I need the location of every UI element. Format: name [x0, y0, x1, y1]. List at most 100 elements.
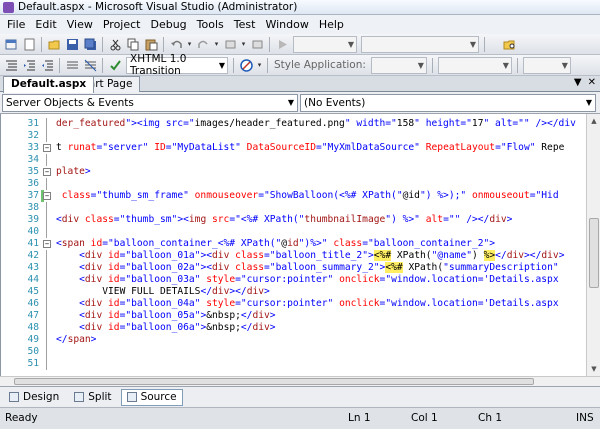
code-line[interactable]: 44 <div id="balloon_03a" style="cursor:p…: [1, 274, 587, 286]
code-text: VIEW FULL DETAILS</div></div>: [102, 286, 270, 297]
events-combo[interactable]: (No Events) ▼: [300, 93, 596, 112]
menu-project[interactable]: Project: [98, 15, 146, 34]
tab-split[interactable]: Split: [68, 389, 117, 406]
code-line[interactable]: 32: [1, 130, 587, 142]
menu-test[interactable]: Test: [229, 15, 261, 34]
save-all-icon[interactable]: [82, 36, 98, 52]
comment-lines-icon[interactable]: [64, 57, 80, 73]
code-line[interactable]: 41− <span id="balloon_container_<%# XPath…: [1, 238, 587, 250]
scroll-up-arrow-icon[interactable]: ▲: [587, 114, 600, 128]
code-line[interactable]: 39 <div class="thumb_sm"><img src="<%# XP…: [1, 214, 587, 226]
style-application-combo[interactable]: ▼: [370, 56, 427, 74]
code-editor[interactable]: 31 der_featured"><img src="images/header_…: [0, 114, 600, 376]
collapse-region-icon[interactable]: −: [43, 144, 51, 152]
start-debugging-icon[interactable]: [274, 36, 290, 52]
menu-file[interactable]: File: [2, 15, 30, 34]
navigate-dropdown-icon[interactable]: ▾: [240, 36, 247, 52]
tab-design[interactable]: Design: [3, 389, 65, 406]
add-item-icon[interactable]: [21, 36, 37, 52]
collapse-region-icon[interactable]: −: [43, 168, 51, 176]
undo-icon[interactable]: [168, 36, 184, 52]
toolbar-separator: [163, 36, 164, 52]
line-number: 40: [27, 226, 39, 237]
style-application-label: Style Application:: [274, 59, 366, 71]
line-number: 51: [27, 358, 39, 369]
menu-window[interactable]: Window: [260, 15, 313, 34]
menu-view[interactable]: View: [62, 15, 98, 34]
code-line[interactable]: 40: [1, 226, 587, 238]
code-line[interactable]: 46 <div id="balloon_04a" style="cursor:p…: [1, 298, 587, 310]
code-line[interactable]: 35− plate>: [1, 166, 587, 178]
code-line[interactable]: 47 <div id="balloon_05a">&nbsp;</div>: [1, 310, 587, 322]
vertical-scroll-thumb[interactable]: [589, 218, 599, 288]
outline-guide: [46, 214, 47, 226]
code-line[interactable]: 31 der_featured"><img src="images/header_…: [1, 118, 587, 130]
code-line[interactable]: 37− class="thumb_sm_frame" onmouseover="…: [1, 190, 587, 202]
tab-default-aspx[interactable]: Default.aspx: [3, 76, 95, 93]
find-in-files-icon[interactable]: [501, 36, 517, 52]
collapse-region-icon[interactable]: −: [43, 240, 51, 248]
code-line[interactable]: 50: [1, 346, 587, 358]
open-folder-icon[interactable]: [46, 36, 62, 52]
indent-icon[interactable]: [21, 57, 37, 73]
window-title: Default.aspx - Microsoft Visual Studio (…: [18, 1, 298, 13]
new-project-icon[interactable]: [3, 36, 19, 52]
horizontal-scrollbar[interactable]: [0, 376, 600, 386]
check-accessibility-icon[interactable]: [238, 57, 254, 73]
code-line[interactable]: 33− t runat="server" ID="MyDataList" Data…: [1, 142, 587, 154]
code-text: <div id="balloon_04a" style="cursor:poin…: [79, 298, 559, 309]
code-line[interactable]: 45 VIEW FULL DETAILS</div></div>: [1, 286, 587, 298]
solution-platforms-combo[interactable]: ▼: [361, 35, 479, 53]
font-name-combo[interactable]: ▼: [522, 56, 571, 74]
undo-dropdown-icon[interactable]: ▾: [186, 36, 193, 52]
vertical-scrollbar[interactable]: ▲ ▼: [586, 114, 600, 376]
collapse-region-icon[interactable]: −: [43, 192, 51, 200]
find-combo[interactable]: [490, 36, 498, 53]
code-line[interactable]: 34: [1, 154, 587, 166]
accessibility-dropdown-icon[interactable]: ▾: [256, 57, 263, 73]
menu-edit[interactable]: Edit: [30, 15, 61, 34]
line-number: 45: [27, 286, 39, 297]
code-text: <div class="thumb_sm"><img src="<%# XPat…: [56, 214, 513, 225]
code-text: t runat="server" ID="MyDataList" DataSou…: [56, 142, 565, 153]
navigate-backward-icon[interactable]: [222, 36, 238, 52]
menu-debug[interactable]: Debug: [145, 15, 191, 34]
copy-icon[interactable]: [125, 36, 141, 52]
horizontal-scroll-thumb[interactable]: [14, 378, 534, 385]
code-text: <div id="balloon_05a">&nbsp;</div>: [79, 310, 276, 321]
save-icon[interactable]: [64, 36, 80, 52]
outdent-icon[interactable]: [39, 57, 55, 73]
scroll-down-arrow-icon[interactable]: ▼: [587, 362, 600, 376]
uncomment-lines-icon[interactable]: [82, 57, 98, 73]
code-line[interactable]: 38: [1, 202, 587, 214]
chevron-down-icon: ▼: [218, 60, 225, 70]
code-text: der_featured"><img src="images/header_fe…: [56, 118, 576, 129]
code-line[interactable]: 51: [1, 358, 587, 370]
toolbar-separator: [431, 57, 433, 73]
target-schema-combo[interactable]: XHTML 1.0 Transition ▼: [126, 53, 228, 77]
code-line[interactable]: 43 <div id="balloon_02a"><div class="bal…: [1, 262, 587, 274]
navigate-forward-icon[interactable]: [249, 36, 265, 52]
code-text: <div id="balloon_02a"><div class="balloo…: [79, 262, 559, 273]
paste-icon[interactable]: [143, 36, 159, 52]
close-icon[interactable]: ✕: [588, 77, 596, 88]
redo-dropdown-icon[interactable]: ▾: [213, 36, 220, 52]
server-objects-combo[interactable]: Server Objects & Events ▼: [2, 93, 298, 112]
code-line[interactable]: 36: [1, 178, 587, 190]
target-schema-value: XHTML 1.0 Transition: [130, 53, 187, 77]
menu-help[interactable]: Help: [314, 15, 349, 34]
toolbar-separator: [102, 57, 103, 73]
chevron-down-icon: ▼: [585, 98, 592, 107]
target-rule-combo[interactable]: ▼: [437, 56, 512, 74]
code-line[interactable]: 49 </span>: [1, 334, 587, 346]
format-document-icon[interactable]: [3, 57, 19, 73]
tab-source[interactable]: Source: [120, 388, 183, 406]
menu-tools[interactable]: Tools: [192, 15, 229, 34]
code-text: <div id="balloon_01a"><div class="balloo…: [79, 250, 565, 261]
redo-icon[interactable]: [195, 36, 211, 52]
code-line[interactable]: 42 <div id="balloon_01a"><div class="bal…: [1, 250, 587, 262]
active-files-dropdown-icon[interactable]: ▼: [574, 77, 582, 88]
solution-configurations-combo[interactable]: ▼: [293, 35, 357, 53]
cut-icon[interactable]: [107, 36, 123, 52]
code-line[interactable]: 48 <div id="balloon_06a">&nbsp;</div>: [1, 322, 587, 334]
